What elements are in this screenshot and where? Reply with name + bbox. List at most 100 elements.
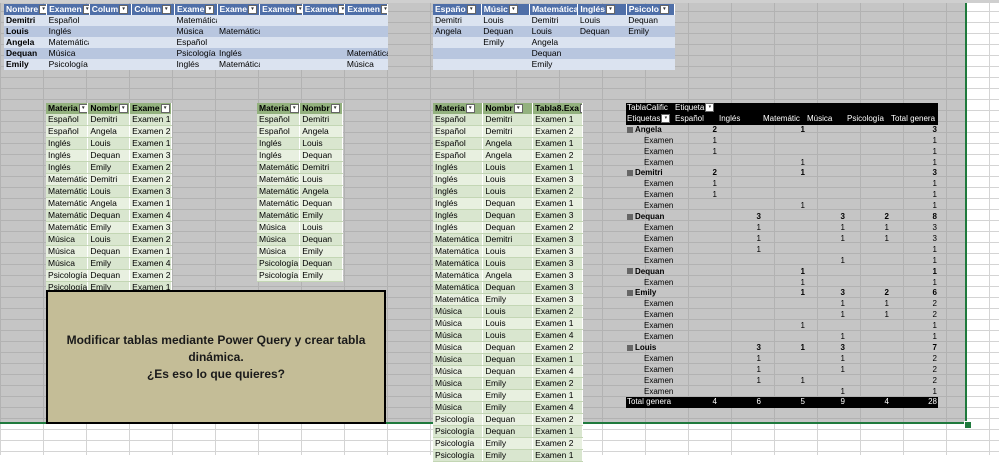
- table-cell[interactable]: Dequan: [482, 209, 534, 222]
- table-cell[interactable]: Psicología: [433, 425, 484, 438]
- table-cell[interactable]: [131, 37, 175, 48]
- table-cell[interactable]: Dequan: [482, 197, 534, 210]
- table-cell[interactable]: [302, 59, 345, 70]
- pivot-value-cell[interactable]: [718, 332, 762, 343]
- pivot-value-cell[interactable]: 3: [718, 212, 762, 223]
- pivot-value-cell[interactable]: [846, 278, 890, 289]
- filter-dropdown-icon[interactable]: ▾: [465, 104, 475, 114]
- table-cell[interactable]: Matemática: [257, 209, 301, 222]
- table-cell[interactable]: Matemática: [433, 233, 484, 246]
- filter-dropdown-icon[interactable]: ▾: [161, 5, 171, 15]
- table-cell[interactable]: Emily: [4, 59, 47, 70]
- table-cell[interactable]: Música: [46, 233, 89, 246]
- pivot-value-cell[interactable]: 3: [718, 343, 762, 354]
- column-header[interactable]: Materia ▾: [257, 103, 301, 114]
- table-cell[interactable]: Música: [46, 245, 89, 258]
- column-header[interactable]: Materia ▾: [433, 103, 484, 114]
- table-cell[interactable]: Examen 3: [532, 209, 583, 222]
- table-cell[interactable]: Examen 2: [532, 305, 583, 318]
- table-cell[interactable]: Música: [433, 341, 484, 354]
- pivot-value-cell[interactable]: [674, 354, 718, 365]
- pivot-value-cell[interactable]: 1: [890, 267, 938, 278]
- column-header[interactable]: Exame ▾: [129, 103, 172, 114]
- table-cell[interactable]: [344, 26, 388, 37]
- pivot-value-cell[interactable]: [846, 245, 890, 256]
- filter-dropdown-icon[interactable]: ▾: [466, 5, 476, 15]
- table-cell[interactable]: Examen 1: [129, 245, 172, 258]
- pivot-value-cell[interactable]: 2: [890, 376, 938, 387]
- pivot-value-cell[interactable]: 1: [718, 223, 762, 234]
- table-cell[interactable]: Examen 4: [532, 401, 583, 414]
- table-cell[interactable]: Psicología: [174, 48, 218, 59]
- pivot-value-cell[interactable]: 1: [806, 234, 846, 245]
- table-cell[interactable]: Dequan: [626, 15, 675, 26]
- table-cell[interactable]: [626, 37, 675, 48]
- column-header[interactable]: Inglés ▾: [577, 4, 627, 15]
- table-cell[interactable]: Dequan: [482, 281, 534, 294]
- pivot-row-label-cell[interactable]: Examen 1: [626, 299, 674, 310]
- column-header[interactable]: Españo ▾: [433, 4, 482, 15]
- table-cell[interactable]: Examen 3: [532, 173, 583, 186]
- table-cell[interactable]: Emily: [481, 37, 530, 48]
- pivot-value-cell[interactable]: [762, 245, 806, 256]
- table-cell[interactable]: Español: [46, 15, 90, 26]
- pivot-value-cell[interactable]: 2: [674, 168, 718, 179]
- table-cell[interactable]: Psicología: [257, 257, 301, 270]
- pivot-value-cell[interactable]: [846, 354, 890, 365]
- table-cell[interactable]: Louis: [482, 185, 534, 198]
- pivot-row-label-cell[interactable]: Louis: [626, 343, 674, 354]
- filter-dropdown-icon[interactable]: ▾: [78, 104, 87, 114]
- column-header[interactable]: Exame ▾: [174, 4, 218, 15]
- pivot-value-cell[interactable]: [762, 179, 806, 190]
- table-cell[interactable]: Emily: [299, 269, 343, 282]
- table-cell[interactable]: [433, 59, 482, 70]
- pivot-column-header[interactable]: Español: [674, 113, 718, 125]
- pivot-value-cell[interactable]: 1: [890, 332, 938, 343]
- pivot-value-cell[interactable]: 2: [890, 365, 938, 376]
- pivot-value-cell[interactable]: 1: [890, 321, 938, 332]
- pivot-value-cell[interactable]: [674, 387, 718, 398]
- pivot-row-label-cell[interactable]: Examen 2: [626, 310, 674, 321]
- pivot-column-header[interactable]: Psicología: [846, 113, 890, 125]
- pivot-value-cell[interactable]: [674, 256, 718, 267]
- table-cell[interactable]: Dequan: [482, 341, 534, 354]
- collapse-icon[interactable]: [627, 170, 633, 177]
- table-cell[interactable]: Música: [46, 257, 89, 270]
- table-cell[interactable]: Demitri: [87, 114, 131, 126]
- table-cell[interactable]: Inglés: [217, 48, 260, 59]
- pivot-row-label-cell[interactable]: Angela: [626, 125, 674, 136]
- table-cell[interactable]: Matemática: [46, 173, 89, 186]
- table-green-3[interactable]: Materia▾Nombr▾Tabla8.Exa▾EspañolDemitriE…: [433, 103, 583, 462]
- pivot-value-cell[interactable]: 1: [806, 310, 846, 321]
- pivot-value-cell[interactable]: [674, 234, 718, 245]
- table-cell[interactable]: [259, 37, 303, 48]
- table-cell[interactable]: [217, 37, 260, 48]
- pivot-value-cell[interactable]: [846, 168, 890, 179]
- pivot-value-cell[interactable]: 1: [674, 179, 718, 190]
- table-cell[interactable]: Demitri: [87, 173, 131, 186]
- table-cell[interactable]: Louis: [482, 317, 534, 330]
- pivot-value-cell[interactable]: 1: [718, 234, 762, 245]
- pivot-row-label-cell[interactable]: Dequan: [626, 212, 674, 223]
- pivot-value-cell[interactable]: 1: [762, 376, 806, 387]
- pivot-value-cell[interactable]: [806, 245, 846, 256]
- pivot-table[interactable]: TablaCalific Etiqueta ▾ Etiquetas ▾ Español In…: [626, 103, 938, 409]
- table-cell[interactable]: Español: [46, 125, 89, 138]
- table-cell[interactable]: Examen 1: [532, 449, 583, 462]
- table-cell[interactable]: Examen 2: [532, 413, 583, 426]
- pivot-value-cell[interactable]: [762, 387, 806, 398]
- table-cell[interactable]: Matemática: [46, 37, 90, 48]
- table-cell[interactable]: Matemática: [257, 185, 301, 198]
- table-cell[interactable]: Emily: [482, 449, 534, 462]
- pivot-value-cell[interactable]: [674, 343, 718, 354]
- collapse-icon[interactable]: [627, 268, 633, 275]
- pivot-value-cell[interactable]: [762, 332, 806, 343]
- pivot-value-cell[interactable]: [762, 299, 806, 310]
- column-header[interactable]: Nombr ▾: [299, 103, 343, 114]
- table-cell[interactable]: Música: [174, 26, 218, 37]
- table-cell[interactable]: Examen 3: [532, 245, 583, 258]
- column-header[interactable]: Examen ▾: [344, 4, 388, 15]
- table-cell[interactable]: Inglés: [257, 149, 301, 162]
- column-header[interactable]: Materia ▾: [46, 103, 89, 114]
- pivot-value-cell[interactable]: [718, 278, 762, 289]
